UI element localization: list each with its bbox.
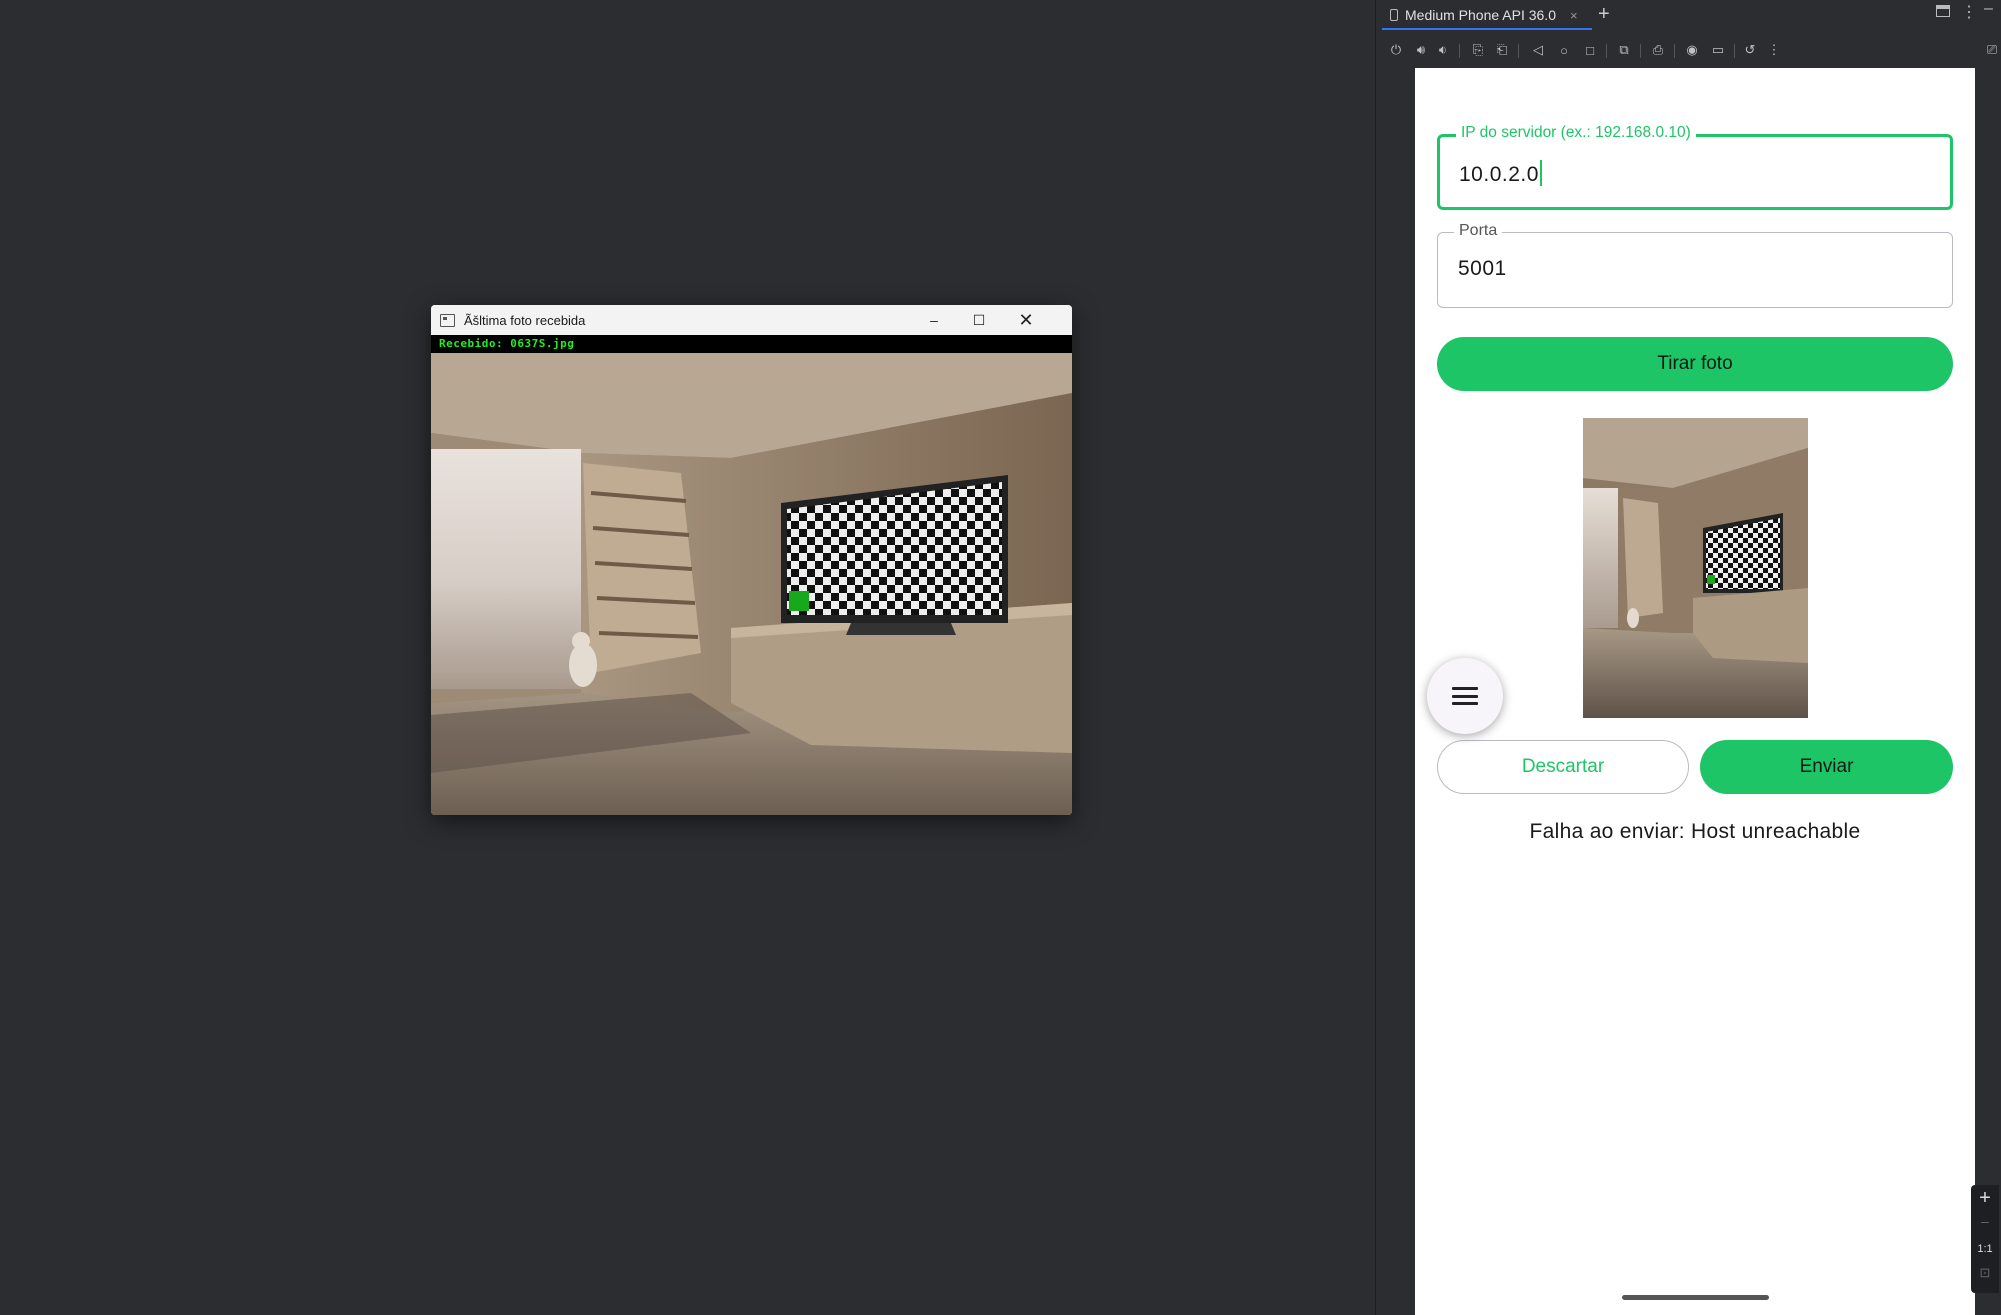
server-ip-value: 10.0.2.0	[1459, 163, 1539, 186]
send-button[interactable]: Enviar	[1700, 740, 1953, 794]
text-caret	[1539, 160, 1542, 186]
received-photo	[431, 353, 1072, 815]
hamburger-menu-icon	[1452, 687, 1478, 705]
record-icon[interactable]: ▭	[1708, 40, 1728, 60]
caption-strip: Recebido: 0637S.jpg	[431, 335, 1072, 353]
fit-screen-icon[interactable]: ⊡	[1971, 1265, 1999, 1281]
snapshot-icon[interactable]: ⎙	[1648, 40, 1668, 60]
rotate-right-icon[interactable]: ⎗	[1492, 40, 1512, 60]
image-viewer-window: Ãšltima foto recebida – ☐ ✕ Recebido: 06…	[431, 305, 1072, 815]
gesture-home-bar[interactable]	[1622, 1295, 1769, 1300]
status-message: Falha ao enviar: Host unreachable	[1529, 820, 1861, 843]
window-layout-icon[interactable]	[1936, 5, 1950, 17]
overview-icon[interactable]: □	[1580, 40, 1600, 60]
server-ip-input[interactable]: 10.0.2.0	[1459, 160, 1542, 187]
back-icon[interactable]: ◁	[1528, 40, 1548, 60]
zoom-ratio-button[interactable]: 1:1	[1971, 1243, 1999, 1255]
volume-up-icon[interactable]: 🔊︎	[1411, 40, 1431, 60]
port-value[interactable]: 5001	[1458, 257, 1507, 281]
server-ip-label: IP do servidor (ex.: 192.168.0.10)	[1456, 124, 1696, 142]
menu-fab-button[interactable]	[1427, 658, 1503, 734]
volume-down-icon[interactable]: 🔉︎	[1433, 40, 1453, 60]
hide-panel-icon[interactable]: –	[1984, 0, 1993, 18]
more-options-icon[interactable]: ⋮	[1961, 2, 1977, 22]
extended-controls-icon[interactable]: ⎚	[1982, 40, 2001, 60]
power-icon[interactable]: ⏻	[1386, 40, 1406, 60]
close-tab-icon[interactable]: ×	[1570, 8, 1578, 23]
viewer-titlebar[interactable]: Ãšltima foto recebida – ☐ ✕	[431, 305, 1072, 335]
window-app-icon	[440, 313, 455, 327]
photo-preview	[1583, 418, 1808, 718]
server-ip-field[interactable]: IP do servidor (ex.: 192.168.0.10) 10.0.…	[1437, 124, 1953, 210]
take-photo-button[interactable]: Tirar foto	[1437, 337, 1953, 391]
add-tab-button[interactable]: +	[1598, 3, 1610, 26]
device-tab-label: Medium Phone API 36.0	[1405, 7, 1556, 23]
port-label: Porta	[1454, 222, 1503, 240]
fold-icon[interactable]: ⧉	[1614, 40, 1634, 60]
rotate-left-icon[interactable]: ⎘	[1468, 40, 1488, 60]
minimize-button[interactable]: –	[911, 305, 957, 335]
maximize-button[interactable]: ☐	[956, 305, 1002, 335]
viewer-title: Ãšltima foto recebida	[464, 312, 586, 328]
device-tab[interactable]: Medium Phone API 36.0 ×	[1390, 0, 1578, 30]
zoom-out-button[interactable]: –	[1971, 1213, 1999, 1229]
phone-icon	[1390, 9, 1398, 21]
port-field[interactable]: Porta 5001	[1437, 222, 1953, 308]
home-icon[interactable]: ○	[1554, 40, 1574, 60]
discard-button[interactable]: Descartar	[1437, 740, 1689, 794]
toolbar-more-icon[interactable]: ⋮	[1764, 40, 1784, 60]
active-tab-indicator	[1382, 28, 1592, 30]
camera-icon[interactable]: ◉	[1682, 40, 1702, 60]
zoom-controls: + – 1:1 ⊡	[1971, 1185, 1999, 1293]
zoom-in-button[interactable]: +	[1971, 1187, 1999, 1210]
received-caption: Recebido: 0637S.jpg	[439, 337, 575, 350]
reset-icon[interactable]: ↺	[1740, 40, 1760, 60]
close-button[interactable]: ✕	[1003, 305, 1049, 335]
